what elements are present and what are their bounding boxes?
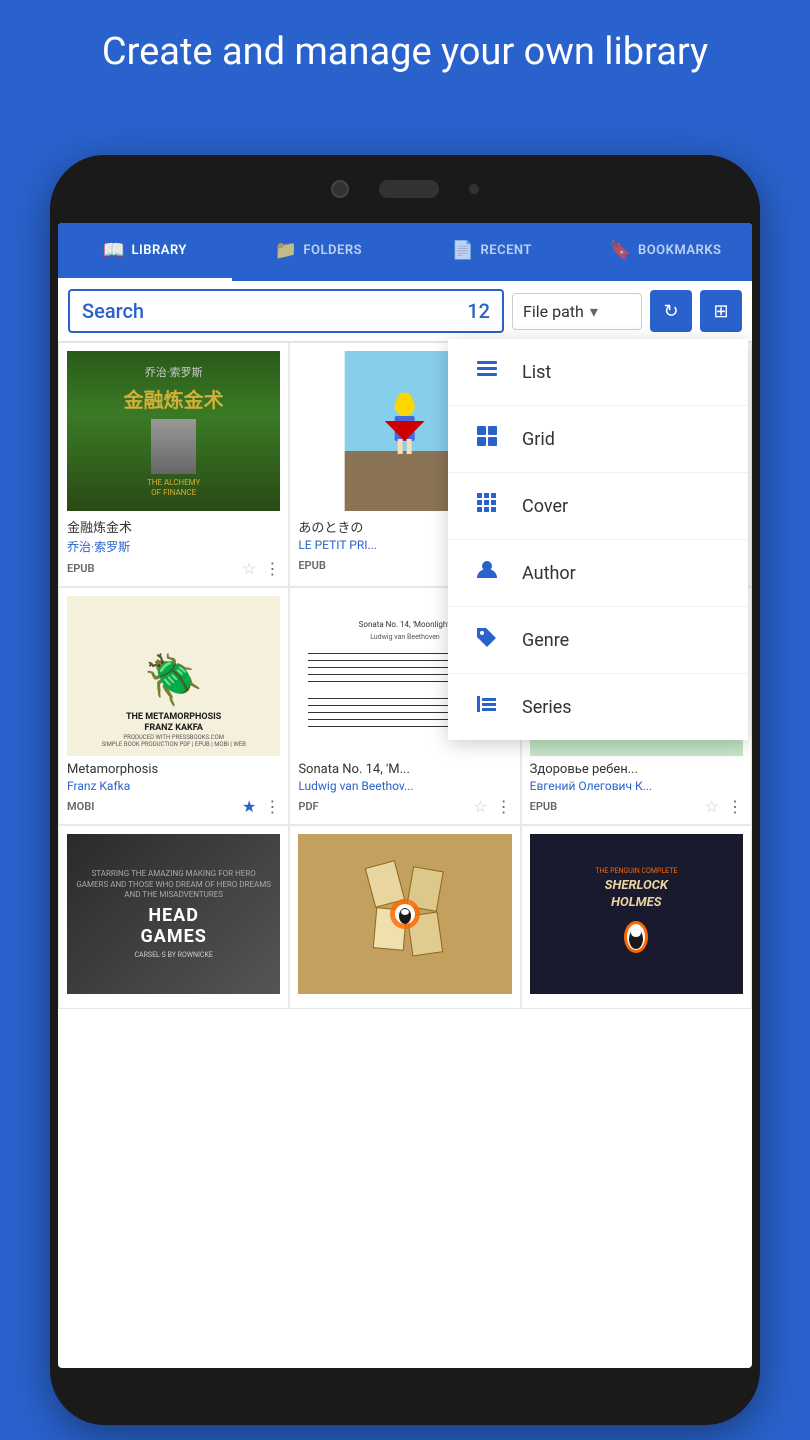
- sort-label: File path: [523, 302, 584, 321]
- star-icon-1[interactable]: ☆: [242, 559, 256, 578]
- tab-bar: 📖 LIBRARY 📁 FOLDERS 📄 RECENT 🔖 BOOKMARKS: [58, 223, 752, 281]
- tag-icon: [472, 625, 502, 655]
- book-author-5: Евгений Олегович К...: [530, 779, 743, 793]
- bookmarks-icon: 🔖: [609, 240, 632, 261]
- book-item-8[interactable]: THE PENGUIN COMPLETE SHERLOCKHOLMES: [521, 825, 752, 1009]
- book-item-7[interactable]: [289, 825, 520, 1009]
- phone-speaker: [379, 180, 439, 198]
- dropdown-item-cover[interactable]: Cover: [448, 473, 748, 540]
- dropdown-item-series[interactable]: Series: [448, 674, 748, 740]
- front-camera: [331, 180, 349, 198]
- dropdown-item-genre[interactable]: Genre: [448, 607, 748, 674]
- book-title-5: Здоровье ребен...: [530, 762, 743, 777]
- tab-folders-label: FOLDERS: [303, 243, 362, 258]
- book-title-1: 金融炼金术: [67, 517, 280, 536]
- grid9-icon: [472, 491, 502, 521]
- book-title-4: Sonata No. 14, 'M...: [298, 762, 511, 777]
- book-cover-1: 乔治·索罗斯 金融炼金术 THE ALCHEMYOF FINANCE: [67, 351, 280, 511]
- book-format-2: EPUB: [298, 559, 325, 572]
- book-item-1[interactable]: 乔治·索罗斯 金融炼金术 THE ALCHEMYOF FINANCE 金融炼金术…: [58, 342, 289, 587]
- dropdown-author-label: Author: [522, 563, 576, 584]
- dropdown-grid-label: Grid: [522, 429, 555, 450]
- more-icon-5[interactable]: ⋮: [727, 797, 743, 816]
- sort-dropdown[interactable]: File path ▾: [512, 293, 642, 330]
- person-icon: [472, 558, 502, 588]
- phone-frame: 📖 LIBRARY 📁 FOLDERS 📄 RECENT 🔖 BOOKMARKS…: [50, 155, 760, 1425]
- star-icon-3[interactable]: ★: [242, 797, 256, 816]
- star-icon-4[interactable]: ☆: [473, 797, 487, 816]
- dropdown-list-label: List: [522, 362, 551, 383]
- book-cover-3: 🪲 THE METAMORPHOSISFRANZ KAKFA PRODUCED …: [67, 596, 280, 756]
- tab-folders[interactable]: 📁 FOLDERS: [232, 223, 406, 281]
- book-meta-4: PDF ☆ ⋮: [298, 797, 511, 816]
- book-format-4: PDF: [298, 800, 318, 813]
- book-cover-6: STARRING THE AMAZING MAKING FOR HERO GAM…: [67, 834, 280, 994]
- dropdown-menu: List Grid: [448, 339, 748, 740]
- phone-screen: 📖 LIBRARY 📁 FOLDERS 📄 RECENT 🔖 BOOKMARKS…: [58, 223, 752, 1368]
- tab-bookmarks[interactable]: 🔖 BOOKMARKS: [579, 223, 753, 281]
- folders-icon: 📁: [274, 240, 297, 261]
- book-title-3: Metamorphosis: [67, 762, 280, 777]
- refresh-icon: ↻: [663, 301, 678, 322]
- book-format-1: EPUB: [67, 562, 94, 575]
- book-meta-1: EPUB ☆ ⋮: [67, 559, 280, 578]
- book-cover-8: THE PENGUIN COMPLETE SHERLOCKHOLMES: [530, 834, 743, 994]
- library-icon: 📖: [103, 240, 126, 261]
- refresh-button[interactable]: ↻: [650, 290, 692, 332]
- series-icon: [472, 692, 502, 722]
- book-format-3: MOBI: [67, 800, 94, 813]
- tab-library-label: LIBRARY: [132, 243, 187, 258]
- dropdown-item-grid[interactable]: Grid: [448, 406, 748, 473]
- book-actions-3: ★ ⋮: [242, 797, 280, 816]
- dropdown-item-list[interactable]: List: [448, 339, 748, 406]
- phone-top-bezel: [50, 155, 760, 223]
- book-actions-4: ☆ ⋮: [473, 797, 511, 816]
- tab-bookmarks-label: BOOKMARKS: [638, 243, 722, 258]
- dropdown-cover-label: Cover: [522, 496, 568, 517]
- book-meta-5: EPUB ☆ ⋮: [530, 797, 743, 816]
- more-icon-3[interactable]: ⋮: [264, 797, 280, 816]
- dropdown-series-label: Series: [522, 697, 572, 718]
- book-author-3: Franz Kafka: [67, 779, 280, 793]
- chevron-down-icon: ▾: [590, 302, 598, 321]
- book-author-4: Ludwig van Beethov...: [298, 779, 511, 793]
- recent-icon: 📄: [452, 240, 475, 261]
- book-actions-5: ☆ ⋮: [705, 797, 743, 816]
- search-box[interactable]: Search 12: [68, 289, 504, 333]
- list-icon: [472, 357, 502, 387]
- dropdown-genre-label: Genre: [522, 630, 569, 651]
- book-meta-3: MOBI ★ ⋮: [67, 797, 280, 816]
- more-icon-4[interactable]: ⋮: [496, 797, 512, 816]
- book-author-1: 乔治·索罗斯: [67, 538, 280, 555]
- book-actions-1: ☆ ⋮: [242, 559, 280, 578]
- grid-icon: ⊞: [713, 301, 728, 322]
- tab-recent-label: RECENT: [480, 243, 531, 258]
- more-icon-1[interactable]: ⋮: [264, 559, 280, 578]
- star-icon-5[interactable]: ☆: [705, 797, 719, 816]
- toolbar: Search 12 File path ▾ ↻ ⊞: [58, 281, 752, 342]
- book-format-5: EPUB: [530, 800, 557, 813]
- grid4-icon: [472, 424, 502, 454]
- phone-sensor: [469, 184, 479, 194]
- grid-view-button[interactable]: ⊞: [700, 290, 742, 332]
- search-text: Search: [82, 299, 144, 323]
- tab-recent[interactable]: 📄 RECENT: [405, 223, 579, 281]
- page-header: Create and manage your own library: [0, 0, 810, 101]
- book-item-3[interactable]: 🪲 THE METAMORPHOSISFRANZ KAKFA PRODUCED …: [58, 587, 289, 825]
- book-cover-7: [298, 834, 511, 994]
- tab-library[interactable]: 📖 LIBRARY: [58, 223, 232, 281]
- dropdown-item-author[interactable]: Author: [448, 540, 748, 607]
- book-item-6[interactable]: STARRING THE AMAZING MAKING FOR HERO GAM…: [58, 825, 289, 1009]
- search-count-badge: 12: [467, 299, 490, 323]
